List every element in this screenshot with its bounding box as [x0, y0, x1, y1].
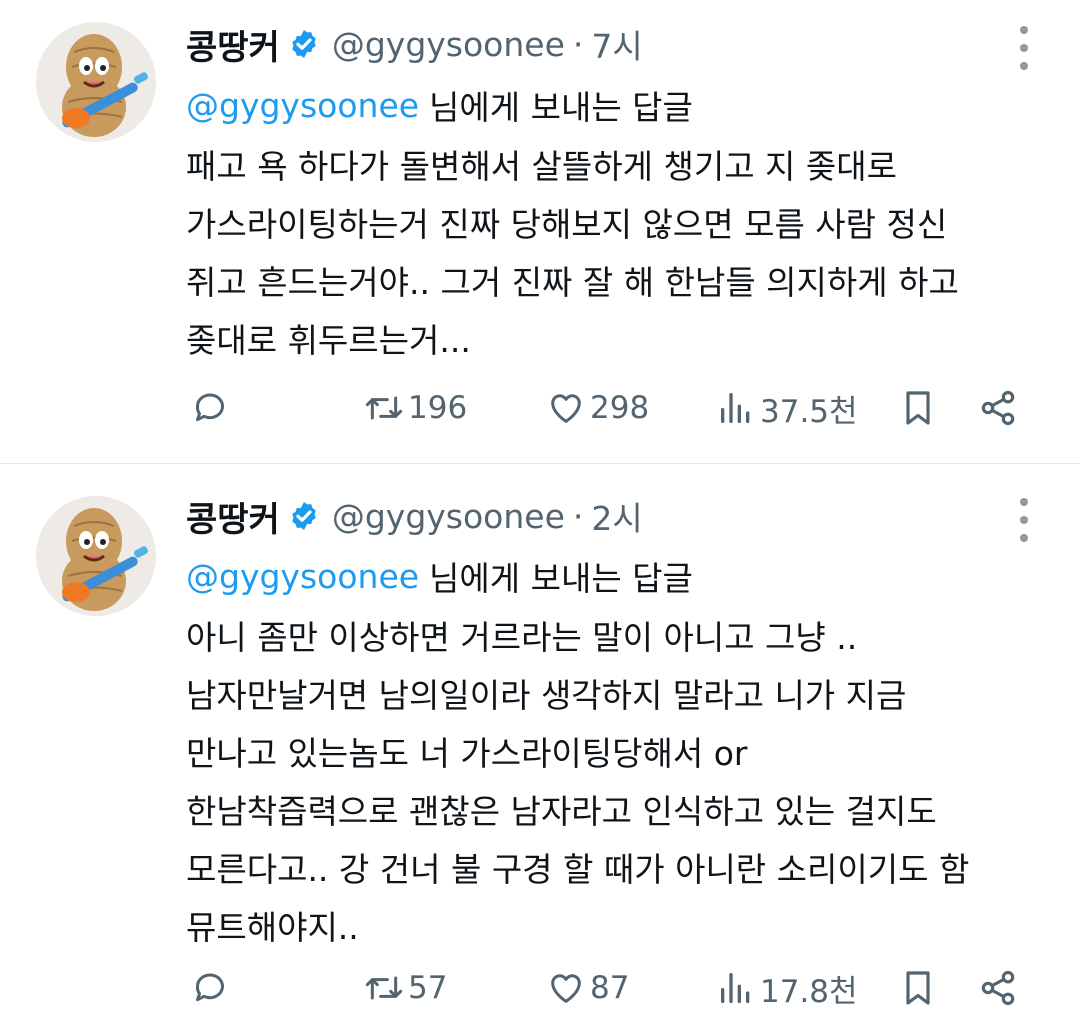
tweet-text-line: 쥐고 흔드는거야.. 그거 진짜 잘 해 한남들 의지하게 하고 [186, 263, 959, 302]
tweet-text-line: 아니 좀만 이상하면 거르라는 말이 아니고 그냥 .. [186, 618, 858, 657]
tweet-text-line: 만나고 있는놈도 너 가스라이팅당해서 or [186, 734, 748, 773]
tweet-text: 아니 좀만 이상하면 거르라는 말이 아니고 그냥 .. 남자만날거면 남의일이… [186, 609, 1046, 957]
reply-icon [195, 973, 224, 1002]
tweet-text-line: 가스라이팅하는거 진짜 당해보지 않으면 모름 사람 정신 [186, 205, 948, 244]
replying-to: @gygysoonee 님에게 보내는 답글 [186, 551, 693, 601]
action-bar: 57 87 17.8천 [186, 960, 1040, 1016]
reply-button[interactable] [190, 960, 230, 1016]
separator-dot: · [572, 24, 584, 64]
tweet-text-line: 한남착즙력으로 괜찮은 남자라고 인식하고 있는 걸지도 [186, 792, 937, 831]
share-icon [981, 970, 1015, 1006]
reply-mention-link[interactable]: @gygysoonee [186, 557, 419, 596]
tweet-text: 패고 욕 하다가 돌변해서 살뜰하게 챙기고 지 좆대로 가스라이팅하는거 진짜… [186, 138, 1046, 370]
share-button[interactable] [978, 380, 1018, 436]
reply-button[interactable] [190, 380, 230, 436]
heart-icon [551, 974, 581, 1003]
author-handle[interactable]: @gygysoonee [332, 25, 565, 64]
bookmark-icon [906, 971, 930, 1005]
retweet-button[interactable]: 57 [364, 960, 447, 1016]
action-bar: 196 298 37.5천 [186, 380, 1040, 436]
tweet-header: 콩땅커 @gygysoonee · 2시 [186, 491, 643, 541]
reply-suffix: 님에게 보내는 답글 [429, 559, 693, 598]
like-button[interactable]: 298 [546, 380, 649, 436]
tweet[interactable]: 콩땅커 @gygysoonee · 7시 @gygysoonee 님에게 보내는… [0, 0, 1080, 464]
like-count: 87 [590, 970, 630, 1006]
bookmark-icon [906, 391, 930, 425]
peanut-avatar-image [36, 22, 156, 142]
share-icon [981, 390, 1015, 426]
retweet-icon [365, 396, 403, 420]
heart-icon [551, 394, 581, 423]
tweet-text-line: 모른다고.. 강 건너 불 구경 할 때가 아니란 소리이기도 함 [186, 850, 970, 889]
avatar[interactable] [36, 496, 156, 616]
views-button[interactable]: 17.8천 [716, 960, 858, 1016]
reply-suffix: 님에게 보내는 답글 [429, 88, 693, 127]
retweet-count: 196 [408, 390, 468, 426]
peanut-avatar-image [36, 496, 156, 616]
views-button[interactable]: 37.5천 [716, 380, 858, 436]
bookmark-button[interactable] [898, 380, 938, 436]
views-icon [721, 393, 750, 423]
bookmark-button[interactable] [898, 960, 938, 1016]
retweet-count: 57 [408, 970, 448, 1006]
verified-badge-icon [292, 30, 316, 58]
tweet-text-line: 패고 욕 하다가 돌변해서 살뜰하게 챙기고 지 좆대로 [186, 147, 897, 186]
verified-badge-icon [292, 502, 316, 530]
avatar[interactable] [36, 22, 156, 142]
retweet-button[interactable]: 196 [364, 380, 467, 436]
separator-dot: · [572, 496, 584, 536]
more-vertical-icon[interactable] [1014, 26, 1034, 70]
tweet[interactable]: 콩땅커 @gygysoonee · 2시 @gygysoonee 님에게 보내는… [0, 464, 1080, 1034]
author-handle[interactable]: @gygysoonee [332, 497, 565, 536]
replying-to: @gygysoonee 님에게 보내는 답글 [186, 80, 693, 130]
like-count: 298 [590, 390, 650, 426]
author-name[interactable]: 콩땅커 [186, 20, 280, 69]
views-count: 17.8천 [760, 973, 858, 1010]
reply-icon [195, 393, 224, 422]
tweet-text-line: 남자만날거면 남의일이라 생각하지 말라고 니가 지금 [186, 676, 907, 715]
tweet-header: 콩땅커 @gygysoonee · 7시 [186, 19, 643, 69]
like-button[interactable]: 87 [546, 960, 629, 1016]
share-button[interactable] [978, 960, 1018, 1016]
more-vertical-icon[interactable] [1014, 498, 1034, 542]
reply-mention-link[interactable]: @gygysoonee [186, 86, 419, 125]
tweet-time[interactable]: 7시 [591, 20, 642, 68]
views-icon [721, 973, 750, 1003]
author-name[interactable]: 콩땅커 [186, 492, 280, 541]
retweet-icon [365, 976, 403, 1000]
tweet-time[interactable]: 2시 [591, 492, 642, 540]
tweet-text-line: 좆대로 휘두르는거... [186, 321, 471, 360]
views-count: 37.5천 [760, 393, 858, 430]
tweet-text-line: 뮤트해야지.. [186, 908, 359, 947]
